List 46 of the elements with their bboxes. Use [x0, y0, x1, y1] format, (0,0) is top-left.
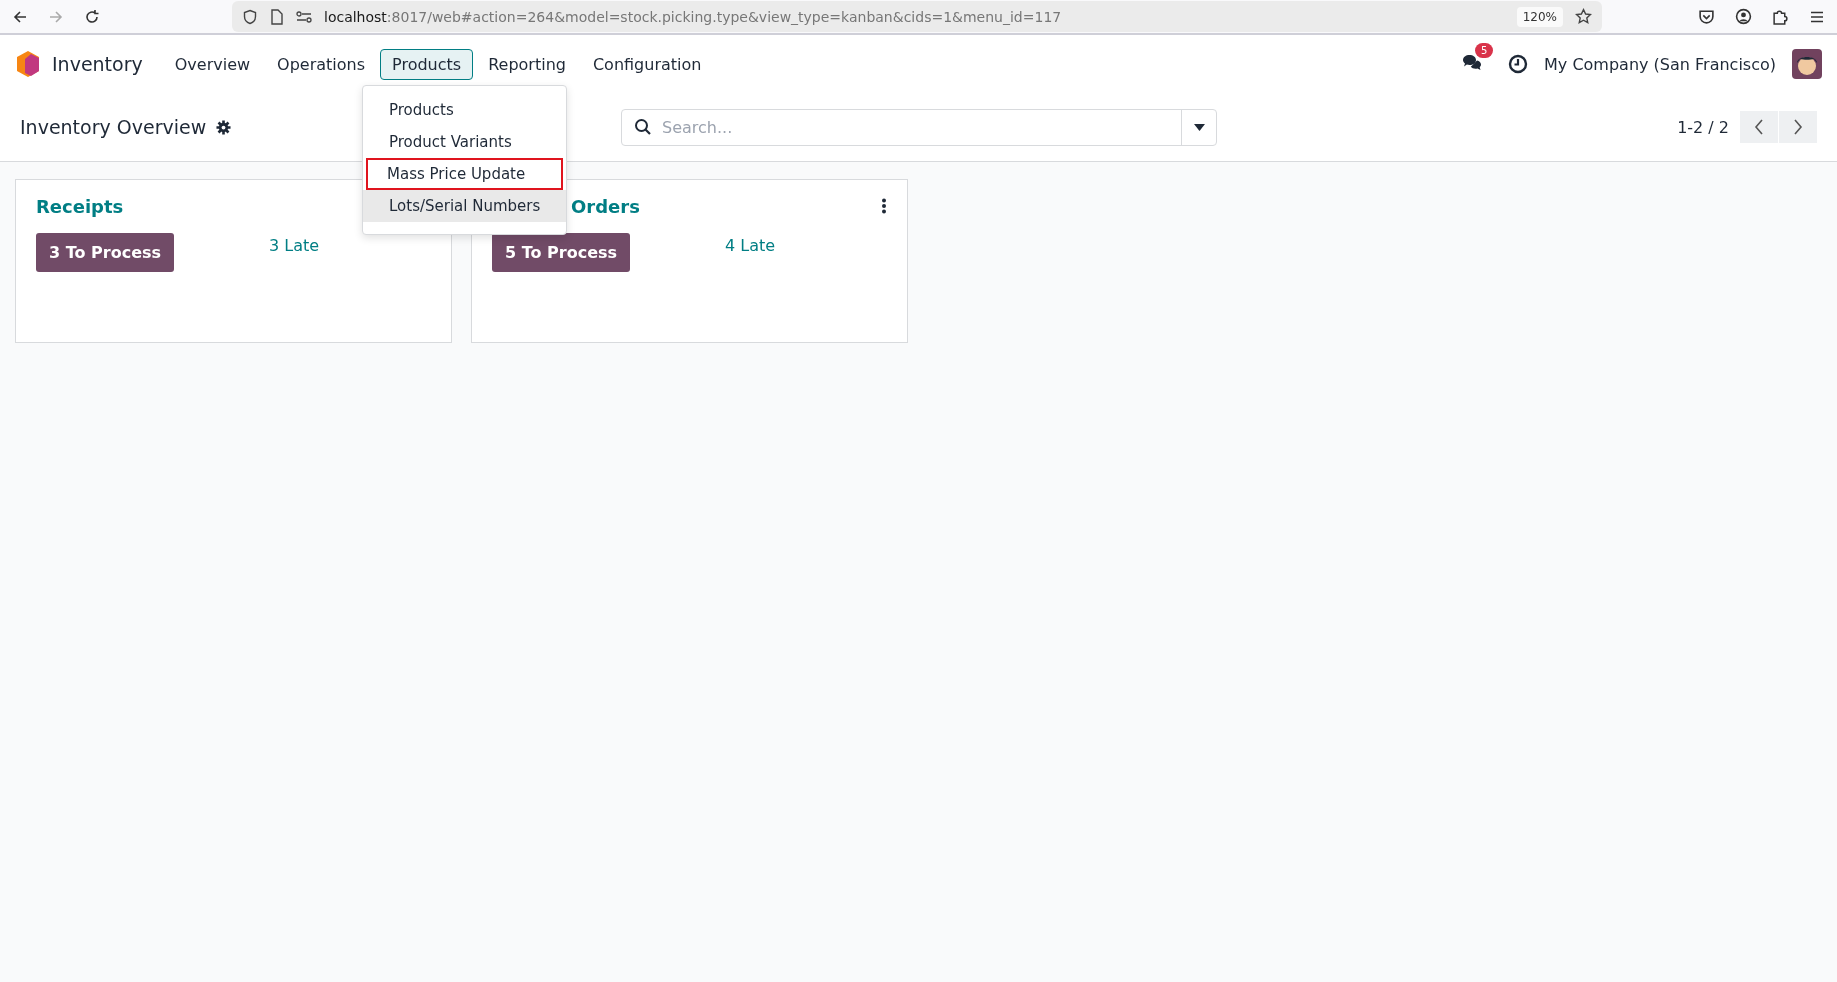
caret-icon — [1193, 123, 1205, 131]
late-link[interactable]: 3 Late — [269, 236, 320, 255]
back-icon[interactable] — [12, 8, 28, 25]
notification-badge: 5 — [1475, 43, 1494, 58]
menu-tab[interactable]: Configuration — [580, 48, 714, 80]
avatar-icon[interactable] — [1792, 49, 1822, 79]
search-bar[interactable]: Search... — [621, 108, 1217, 146]
reload-icon[interactable] — [84, 8, 100, 25]
menu-tab[interactable]: Products — [380, 48, 474, 80]
chevron-left-icon — [1754, 119, 1764, 135]
chat-icon[interactable] — [1461, 52, 1484, 72]
next-button[interactable] — [1779, 111, 1817, 143]
pager-value: 1-2 / 2 — [1677, 117, 1729, 137]
search-icon — [634, 118, 652, 136]
app-logo-icon[interactable] — [15, 50, 41, 78]
company-name[interactable]: My Company (San Francisco) — [1544, 54, 1776, 74]
late-link[interactable]: 4 Late — [725, 236, 776, 255]
pocket-icon[interactable] — [1698, 8, 1715, 25]
settings-icon[interactable] — [216, 119, 232, 135]
puzzle-icon[interactable] — [1772, 8, 1789, 25]
dropdown-item[interactable]: Mass Price Update — [366, 158, 563, 190]
search-input[interactable]: Search... — [660, 116, 1181, 138]
url-text[interactable]: localhost:8017/web#action=264&model=stock.picking.type&view_type=kanban&cids=1&menu_id=117 — [324, 8, 1505, 25]
dropdown-item[interactable]: Product Variants — [363, 126, 566, 158]
app-name[interactable]: Inventory — [52, 53, 143, 75]
menu-tab[interactable]: Reporting — [476, 48, 578, 80]
dropdown-item[interactable]: Products — [363, 94, 566, 126]
clock-icon[interactable] — [1508, 54, 1529, 74]
kebab-menu-icon[interactable] — [881, 198, 887, 214]
menu-tab[interactable]: Operations — [265, 48, 378, 80]
page-title: Inventory Overview — [20, 116, 207, 138]
zoom-level[interactable]: 120% — [1516, 6, 1563, 27]
to-process-button[interactable]: 3 To Process — [36, 233, 175, 272]
shield-icon[interactable] — [242, 8, 258, 25]
menu-tab[interactable]: Overview — [162, 48, 263, 80]
card-title[interactable]: Orders — [571, 195, 640, 217]
account-icon[interactable] — [1735, 8, 1752, 25]
previous-button[interactable] — [1740, 111, 1778, 143]
to-process-button[interactable]: 5 To Process — [492, 233, 631, 272]
permissions-icon[interactable] — [296, 8, 312, 25]
address-bar[interactable]: localhost:8017/web#action=264&model=stock.picking.type&view_type=kanban&cids=1&menu_id=117 120% — [232, 1, 1602, 32]
page-icon — [270, 8, 284, 25]
star-icon[interactable] — [1575, 8, 1592, 25]
dropdown-item[interactable]: Lots/Serial Numbers — [363, 190, 566, 222]
chevron-right-icon — [1793, 119, 1803, 135]
card-title[interactable]: Receipts — [36, 195, 124, 217]
